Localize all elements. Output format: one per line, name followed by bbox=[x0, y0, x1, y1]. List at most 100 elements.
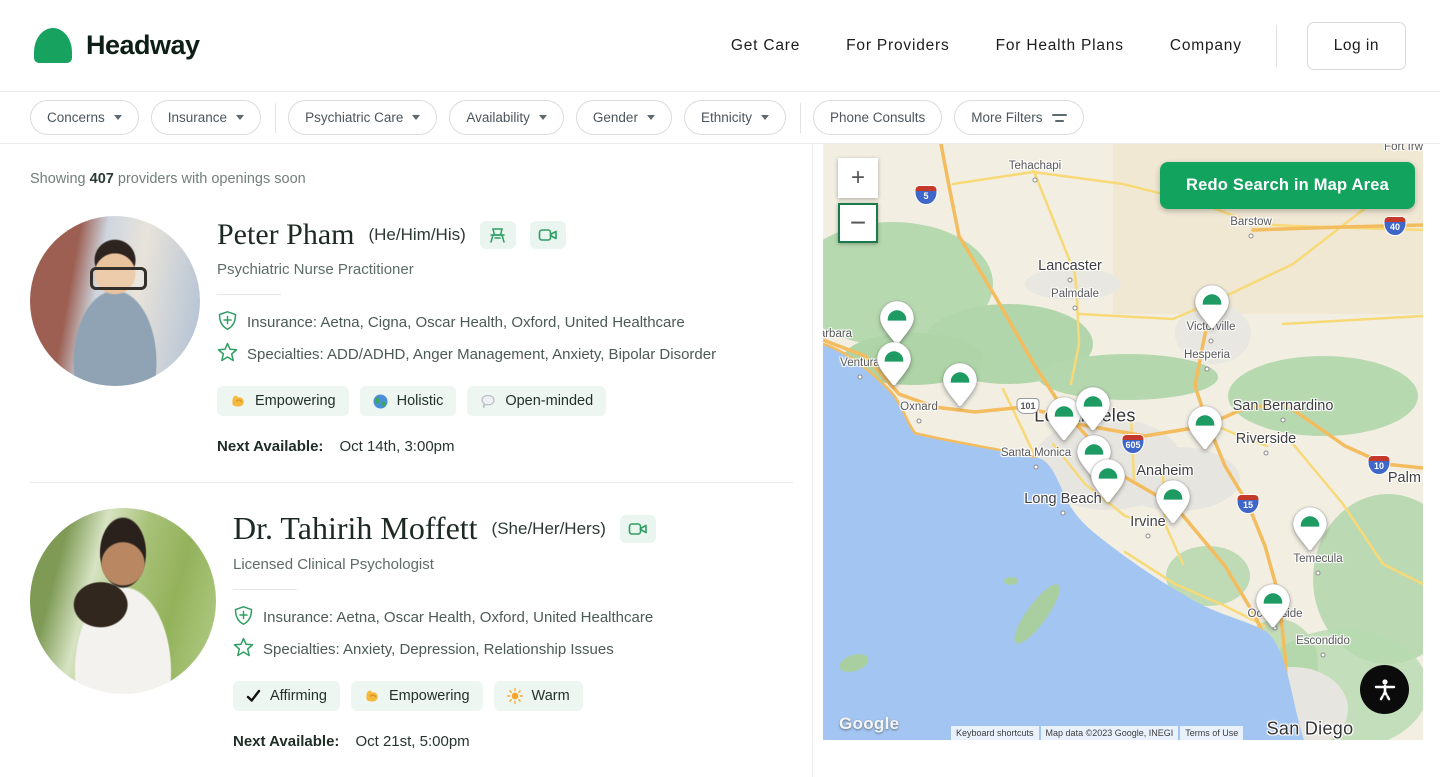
insurance-shield-icon bbox=[233, 605, 254, 630]
filter-psychiatric-care[interactable]: Psychiatric Care bbox=[288, 100, 437, 135]
chevron-down-icon bbox=[539, 115, 547, 120]
specialties-star-icon bbox=[233, 637, 254, 662]
map-city-dot bbox=[1034, 465, 1039, 470]
provider-map-pin[interactable] bbox=[1155, 479, 1191, 525]
filter-label: Gender bbox=[593, 110, 638, 125]
results-scroll-edge[interactable] bbox=[812, 144, 813, 777]
redo-search-button[interactable]: Redo Search in Map Area bbox=[1160, 162, 1415, 209]
login-button[interactable]: Log in bbox=[1307, 22, 1406, 70]
top-header: Headway Get Care For Providers For Healt… bbox=[0, 0, 1440, 92]
provider-photo bbox=[30, 216, 200, 386]
insurance-shield-icon bbox=[217, 310, 238, 335]
next-available-value: Oct 21st, 5:00pm bbox=[355, 733, 469, 750]
headway-logo[interactable]: Headway bbox=[34, 28, 200, 63]
google-logo[interactable]: Google bbox=[839, 714, 899, 734]
muscle-icon bbox=[230, 393, 246, 409]
provider-info: Peter Pham (He/Him/His) Psychiatric Nurs… bbox=[217, 216, 716, 455]
map-attribution: Keyboard shortcuts Map data ©2023 Google… bbox=[951, 726, 1243, 740]
map-city-label: Ventura bbox=[840, 357, 880, 369]
provider-map-pin[interactable] bbox=[879, 300, 915, 346]
interstate-shield-icon: 605 bbox=[1122, 435, 1143, 453]
provider-map-pin[interactable] bbox=[1090, 458, 1126, 504]
chevron-down-icon bbox=[236, 115, 244, 120]
trait-badge: Empowering bbox=[217, 386, 349, 416]
provider-map-pin[interactable] bbox=[1194, 284, 1230, 330]
next-available-label: Next Available: bbox=[217, 438, 323, 455]
filter-label: Phone Consults bbox=[830, 110, 925, 125]
map-overlay: Fort IrwinTehachapiBarstowLancasterPalmd… bbox=[823, 144, 1423, 740]
filter-group-divider bbox=[800, 103, 801, 133]
nav-get-care[interactable]: Get Care bbox=[731, 37, 800, 55]
results-list: Showing 407 providers with openings soon… bbox=[0, 144, 823, 777]
map-city-label: Tehachapi bbox=[1009, 160, 1061, 172]
chevron-down-icon bbox=[412, 115, 420, 120]
specialties-star-icon bbox=[217, 342, 238, 367]
next-available-label: Next Available: bbox=[233, 733, 339, 750]
filter-label: Insurance bbox=[168, 110, 227, 125]
main-nav: Get Care For Providers For Health Plans … bbox=[685, 22, 1406, 70]
filter-concerns[interactable]: Concerns bbox=[30, 100, 139, 135]
sun-icon bbox=[507, 688, 523, 704]
trait-badge: Warm bbox=[494, 681, 583, 711]
provider-map-pin[interactable] bbox=[1187, 405, 1223, 451]
filter-label: Psychiatric Care bbox=[305, 110, 403, 125]
filter-phone-consults[interactable]: Phone Consults bbox=[813, 100, 942, 135]
map-city-label: Santa Monica bbox=[1001, 447, 1071, 459]
nav-for-providers[interactable]: For Providers bbox=[846, 37, 949, 55]
chevron-down-icon bbox=[761, 115, 769, 120]
provider-card[interactable]: Dr. Tahirih Moffett (She/Her/Hers) Licen… bbox=[30, 508, 793, 750]
accessibility-person-icon bbox=[1372, 677, 1398, 703]
zoom-out-button[interactable]: − bbox=[838, 203, 878, 243]
interstate-shield-icon: 5 bbox=[916, 186, 937, 204]
map-city-label: Barstow bbox=[1230, 216, 1272, 228]
nav-company[interactable]: Company bbox=[1170, 37, 1242, 55]
chevron-down-icon bbox=[114, 115, 122, 120]
summary-suffix: providers with openings soon bbox=[114, 171, 306, 187]
trait-badge: Holistic bbox=[360, 386, 457, 416]
filter-label: More Filters bbox=[971, 110, 1042, 125]
map-city-label: Santa Barbara bbox=[823, 328, 852, 340]
map-city-dot bbox=[917, 419, 922, 424]
map-city-dot bbox=[1146, 534, 1151, 539]
map-city-dot bbox=[1281, 418, 1286, 423]
map-city-dot bbox=[1061, 511, 1066, 516]
filter-gender[interactable]: Gender bbox=[576, 100, 672, 135]
map-city-dot bbox=[1321, 653, 1326, 658]
provider-map-pin[interactable] bbox=[1255, 583, 1291, 629]
trait-badge: Affirming bbox=[233, 681, 340, 711]
map-city-dot bbox=[1209, 339, 1214, 344]
map-city-label: Hesperia bbox=[1184, 349, 1230, 361]
trait-badge: Open-minded bbox=[467, 386, 606, 416]
map-city-dot bbox=[1068, 278, 1073, 283]
thought-bubble-icon bbox=[480, 394, 496, 409]
mini-divider bbox=[233, 589, 297, 590]
filter-group-divider bbox=[275, 103, 276, 133]
interstate-shield-icon: 40 bbox=[1385, 217, 1406, 235]
terms-of-use-link[interactable]: Terms of Use bbox=[1180, 726, 1243, 740]
provider-map-pin[interactable] bbox=[1075, 386, 1111, 432]
card-divider bbox=[30, 482, 793, 483]
interstate-shield-icon: 15 bbox=[1238, 495, 1259, 513]
map-zoom-control: + − bbox=[838, 158, 878, 243]
provider-card[interactable]: Peter Pham (He/Him/His) Psychiatric Nurs… bbox=[30, 216, 793, 455]
provider-map-pin[interactable] bbox=[942, 362, 978, 408]
map-canvas[interactable]: Fort IrwinTehachapiBarstowLancasterPalmd… bbox=[823, 144, 1423, 740]
insurance-text: Insurance: Aetna, Cigna, Oscar Health, O… bbox=[247, 314, 685, 331]
headway-arch-icon bbox=[34, 28, 72, 63]
filter-insurance[interactable]: Insurance bbox=[151, 100, 261, 135]
filter-availability[interactable]: Availability bbox=[449, 100, 564, 135]
in-person-chair-icon bbox=[480, 221, 516, 249]
provider-map-pin[interactable] bbox=[876, 341, 912, 387]
zoom-in-button[interactable]: + bbox=[838, 158, 878, 198]
mini-divider bbox=[217, 294, 281, 295]
keyboard-shortcuts-link[interactable]: Keyboard shortcuts bbox=[951, 726, 1039, 740]
specialties-text: Specialties: ADD/ADHD, Anger Management,… bbox=[247, 346, 716, 363]
accessibility-button[interactable] bbox=[1360, 665, 1409, 714]
filter-more-filters[interactable]: More Filters bbox=[954, 100, 1083, 135]
map-city-dot bbox=[1033, 178, 1038, 183]
filter-ethnicity[interactable]: Ethnicity bbox=[684, 100, 786, 135]
provider-map-pin[interactable] bbox=[1292, 506, 1328, 552]
nav-for-health-plans[interactable]: For Health Plans bbox=[996, 37, 1124, 55]
provider-title: Psychiatric Nurse Practitioner bbox=[217, 261, 716, 278]
map-city-label: Lancaster bbox=[1038, 258, 1102, 274]
